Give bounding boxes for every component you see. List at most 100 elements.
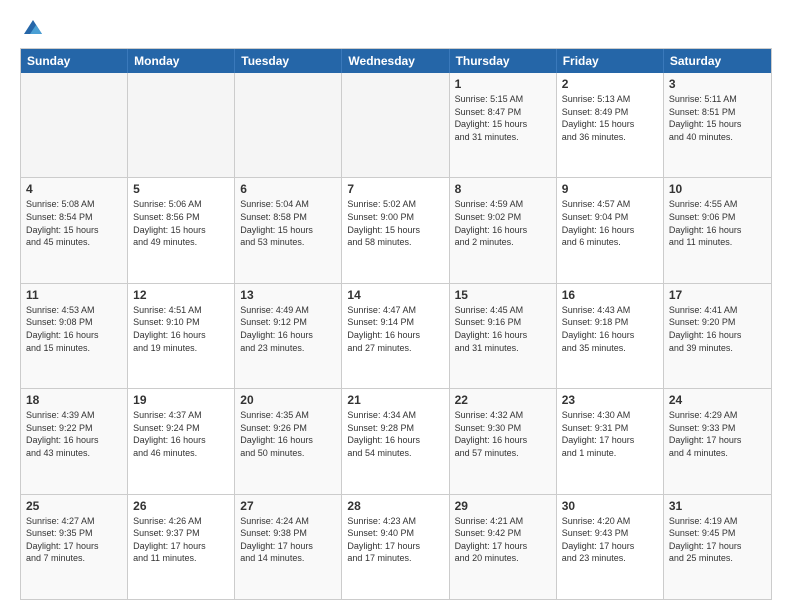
day-number: 27 [240, 499, 336, 513]
day-number: 11 [26, 288, 122, 302]
cell-text: Sunrise: 4:24 AM Sunset: 9:38 PM Dayligh… [240, 515, 336, 565]
day-number: 15 [455, 288, 551, 302]
cell-text: Sunrise: 5:11 AM Sunset: 8:51 PM Dayligh… [669, 93, 766, 143]
cell-text: Sunrise: 4:41 AM Sunset: 9:20 PM Dayligh… [669, 304, 766, 354]
day-number: 29 [455, 499, 551, 513]
calendar-row-3: 18 Sunrise: 4:39 AM Sunset: 9:22 PM Dayli… [21, 388, 771, 493]
calendar-cell: 13 Sunrise: 4:49 AM Sunset: 9:12 PM Dayli… [235, 284, 342, 388]
cell-text: Sunrise: 4:26 AM Sunset: 9:37 PM Dayligh… [133, 515, 229, 565]
calendar-cell: 28Sunrise: 4:23 AM Sunset: 9:40 PM Dayli… [342, 495, 449, 599]
calendar-cell: 29 Sunrise: 4:21 AM Sunset: 9:42 PM Dayli… [450, 495, 557, 599]
calendar-cell: 17 Sunrise: 4:41 AM Sunset: 9:20 PM Dayli… [664, 284, 771, 388]
calendar-cell: 20 Sunrise: 4:35 AM Sunset: 9:26 PM Dayli… [235, 389, 342, 493]
calendar-cell: 1 Sunrise: 5:15 AM Sunset: 8:47 PM Daylig… [450, 73, 557, 177]
calendar-cell: 24 Sunrise: 4:29 AM Sunset: 9:33 PM Dayli… [664, 389, 771, 493]
page: SundayMondayTuesdayWednesdayThursdayFrid… [0, 0, 792, 612]
header-day-friday: Friday [557, 49, 664, 73]
calendar-cell: 19Sunrise: 4:37 AM Sunset: 9:24 PM Dayli… [128, 389, 235, 493]
calendar-cell: 30Sunrise: 4:20 AM Sunset: 9:43 PM Dayli… [557, 495, 664, 599]
day-number: 23 [562, 393, 658, 407]
cell-text: Sunrise: 4:20 AM Sunset: 9:43 PM Dayligh… [562, 515, 658, 565]
day-number: 1 [455, 77, 551, 91]
calendar-cell [342, 73, 449, 177]
day-number: 17 [669, 288, 766, 302]
day-number: 25 [26, 499, 122, 513]
calendar-row-4: 25 Sunrise: 4:27 AM Sunset: 9:35 PM Dayli… [21, 494, 771, 599]
cell-text: Sunrise: 4:30 AM Sunset: 9:31 PM Dayligh… [562, 409, 658, 459]
calendar-cell: 23 Sunrise: 4:30 AM Sunset: 9:31 PM Dayli… [557, 389, 664, 493]
header-day-monday: Monday [128, 49, 235, 73]
cell-text: Sunrise: 4:39 AM Sunset: 9:22 PM Dayligh… [26, 409, 122, 459]
cell-text: Sunrise: 5:04 AM Sunset: 8:58 PM Dayligh… [240, 198, 336, 248]
cell-text: Sunrise: 4:59 AM Sunset: 9:02 PM Dayligh… [455, 198, 551, 248]
calendar-cell: 18 Sunrise: 4:39 AM Sunset: 9:22 PM Dayli… [21, 389, 128, 493]
calendar-header: SundayMondayTuesdayWednesdayThursdayFrid… [21, 49, 771, 73]
calendar-cell: 5 Sunrise: 5:06 AM Sunset: 8:56 PM Daylig… [128, 178, 235, 282]
day-number: 21 [347, 393, 443, 407]
calendar-cell: 8Sunrise: 4:59 AM Sunset: 9:02 PM Daylig… [450, 178, 557, 282]
day-number: 7 [347, 182, 443, 196]
cell-text: Sunrise: 5:06 AM Sunset: 8:56 PM Dayligh… [133, 198, 229, 248]
day-number: 28 [347, 499, 443, 513]
cell-text: Sunrise: 5:15 AM Sunset: 8:47 PM Dayligh… [455, 93, 551, 143]
day-number: 19 [133, 393, 229, 407]
cell-text: Sunrise: 5:02 AM Sunset: 9:00 PM Dayligh… [347, 198, 443, 248]
cell-text: Sunrise: 4:43 AM Sunset: 9:18 PM Dayligh… [562, 304, 658, 354]
calendar-cell: 9 Sunrise: 4:57 AM Sunset: 9:04 PM Daylig… [557, 178, 664, 282]
calendar-row-0: 1 Sunrise: 5:15 AM Sunset: 8:47 PM Daylig… [21, 73, 771, 177]
day-number: 12 [133, 288, 229, 302]
calendar-cell: 6 Sunrise: 5:04 AM Sunset: 8:58 PM Daylig… [235, 178, 342, 282]
header-day-tuesday: Tuesday [235, 49, 342, 73]
calendar-cell: 22Sunrise: 4:32 AM Sunset: 9:30 PM Dayli… [450, 389, 557, 493]
calendar-cell: 2Sunrise: 5:13 AM Sunset: 8:49 PM Daylig… [557, 73, 664, 177]
header-day-wednesday: Wednesday [342, 49, 449, 73]
calendar-cell: 4 Sunrise: 5:08 AM Sunset: 8:54 PM Daylig… [21, 178, 128, 282]
day-number: 22 [455, 393, 551, 407]
day-number: 10 [669, 182, 766, 196]
cell-text: Sunrise: 4:29 AM Sunset: 9:33 PM Dayligh… [669, 409, 766, 459]
day-number: 31 [669, 499, 766, 513]
day-number: 16 [562, 288, 658, 302]
cell-text: Sunrise: 4:53 AM Sunset: 9:08 PM Dayligh… [26, 304, 122, 354]
calendar-cell [235, 73, 342, 177]
header-day-saturday: Saturday [664, 49, 771, 73]
calendar-cell: 16 Sunrise: 4:43 AM Sunset: 9:18 PM Dayli… [557, 284, 664, 388]
calendar-cell: 26Sunrise: 4:26 AM Sunset: 9:37 PM Dayli… [128, 495, 235, 599]
cell-text: Sunrise: 4:34 AM Sunset: 9:28 PM Dayligh… [347, 409, 443, 459]
calendar-row-2: 11 Sunrise: 4:53 AM Sunset: 9:08 PM Dayli… [21, 283, 771, 388]
day-number: 13 [240, 288, 336, 302]
cell-text: Sunrise: 4:49 AM Sunset: 9:12 PM Dayligh… [240, 304, 336, 354]
day-number: 20 [240, 393, 336, 407]
day-number: 18 [26, 393, 122, 407]
calendar-cell: 27 Sunrise: 4:24 AM Sunset: 9:38 PM Dayli… [235, 495, 342, 599]
day-number: 3 [669, 77, 766, 91]
cell-text: Sunrise: 4:21 AM Sunset: 9:42 PM Dayligh… [455, 515, 551, 565]
day-number: 24 [669, 393, 766, 407]
cell-text: Sunrise: 4:55 AM Sunset: 9:06 PM Dayligh… [669, 198, 766, 248]
calendar-row-1: 4 Sunrise: 5:08 AM Sunset: 8:54 PM Daylig… [21, 177, 771, 282]
calendar-cell: 15 Sunrise: 4:45 AM Sunset: 9:16 PM Dayli… [450, 284, 557, 388]
cell-text: Sunrise: 4:57 AM Sunset: 9:04 PM Dayligh… [562, 198, 658, 248]
day-number: 4 [26, 182, 122, 196]
calendar-cell: 7 Sunrise: 5:02 AM Sunset: 9:00 PM Daylig… [342, 178, 449, 282]
cell-text: Sunrise: 5:08 AM Sunset: 8:54 PM Dayligh… [26, 198, 122, 248]
calendar-cell [128, 73, 235, 177]
calendar-cell: 3 Sunrise: 5:11 AM Sunset: 8:51 PM Daylig… [664, 73, 771, 177]
cell-text: Sunrise: 4:51 AM Sunset: 9:10 PM Dayligh… [133, 304, 229, 354]
day-number: 5 [133, 182, 229, 196]
day-number: 9 [562, 182, 658, 196]
cell-text: Sunrise: 4:27 AM Sunset: 9:35 PM Dayligh… [26, 515, 122, 565]
day-number: 6 [240, 182, 336, 196]
calendar-body: 1 Sunrise: 5:15 AM Sunset: 8:47 PM Daylig… [21, 73, 771, 599]
calendar-cell [21, 73, 128, 177]
calendar-cell: 12 Sunrise: 4:51 AM Sunset: 9:10 PM Dayli… [128, 284, 235, 388]
cell-text: Sunrise: 4:35 AM Sunset: 9:26 PM Dayligh… [240, 409, 336, 459]
calendar-cell: 31Sunrise: 4:19 AM Sunset: 9:45 PM Dayli… [664, 495, 771, 599]
logo [20, 16, 44, 38]
calendar: SundayMondayTuesdayWednesdayThursdayFrid… [20, 48, 772, 600]
header-day-sunday: Sunday [21, 49, 128, 73]
calendar-cell: 25 Sunrise: 4:27 AM Sunset: 9:35 PM Dayli… [21, 495, 128, 599]
cell-text: Sunrise: 4:45 AM Sunset: 9:16 PM Dayligh… [455, 304, 551, 354]
cell-text: Sunrise: 4:47 AM Sunset: 9:14 PM Dayligh… [347, 304, 443, 354]
logo-icon [22, 16, 44, 38]
